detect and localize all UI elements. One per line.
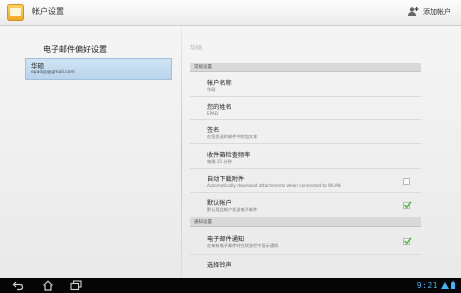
setting-title: 电子邮件通知 <box>207 236 245 243</box>
setting-email-notifications[interactable]: 电子邮件通知 在每有电子邮件时在状态栏中显示通知 <box>190 228 421 255</box>
page-title: 帐户设置 <box>32 7 64 16</box>
setting-subtitle: 默认用此帐户发送电子邮件 <box>207 207 258 212</box>
home-icon <box>43 280 53 291</box>
setting-title: 收件箱检查频率 <box>207 152 251 159</box>
account-list-item[interactable]: 华硕 epad@@gmail.com <box>25 58 172 80</box>
setting-title: 帐户名称 <box>207 80 232 87</box>
setting-your-name[interactable]: 您的姓名 EPAD <box>190 97 421 120</box>
account-settings-pane: 华硕 常规设置 帐户名称 华硕 您的姓名 EPAD 签名 在您发送的邮件中附加文… <box>182 26 461 278</box>
setting-subtitle: EPAD <box>207 111 218 116</box>
recent-apps-icon <box>70 280 82 291</box>
setting-title: 选择铃声 <box>207 262 232 269</box>
account-settings-header: 华硕 <box>190 45 203 52</box>
system-navigation-bar: 9:21 <box>0 278 461 293</box>
account-name: 华硕 <box>31 62 44 70</box>
status-indicators[interactable] <box>440 281 456 290</box>
back-icon <box>12 281 24 291</box>
notification-settings-header: 通知设置 <box>190 218 421 227</box>
setting-subtitle: 在您发送的邮件中附加文本 <box>207 134 258 139</box>
setting-title: 默认帐户 <box>207 200 232 207</box>
setting-subtitle: Automatically download attachments when … <box>207 183 341 188</box>
add-account-button[interactable]: 添加帐户 <box>407 4 451 20</box>
status-clock: 9:21 <box>416 281 438 290</box>
back-button[interactable] <box>12 280 24 291</box>
email-preferences-heading[interactable]: 电子邮件偏好设置 <box>43 44 107 55</box>
setting-title: 签名 <box>207 127 220 134</box>
email-app-icon[interactable] <box>7 4 24 21</box>
setting-select-ringtone[interactable]: 选择铃声 <box>190 255 421 278</box>
default-account-checkbox[interactable] <box>403 201 412 209</box>
setting-subtitle: 每隔 15 分钟 <box>207 159 232 164</box>
setting-subtitle: 华硕 <box>207 87 216 92</box>
email-notifications-checkbox[interactable] <box>403 237 412 245</box>
setting-signature[interactable]: 签名 在您发送的邮件中附加文本 <box>190 120 421 144</box>
general-settings-header: 常规设置 <box>190 63 421 72</box>
home-button[interactable] <box>42 280 54 291</box>
account-email: epad@@gmail.com <box>31 70 75 75</box>
preferences-pane: 电子邮件偏好设置 华硕 epad@@gmail.com <box>0 26 181 278</box>
setting-default-account[interactable]: 默认帐户 默认用此帐户发送电子邮件 <box>190 193 421 218</box>
checkmark-icon <box>403 201 412 209</box>
setting-inbox-check-frequency[interactable]: 收件箱检查频率 每隔 15 分钟 <box>190 144 421 169</box>
setting-title: 您的姓名 <box>207 104 232 111</box>
add-account-label: 添加帐户 <box>423 8 451 16</box>
recent-apps-button[interactable] <box>70 280 82 291</box>
setting-account-name[interactable]: 帐户名称 华硕 <box>190 73 421 97</box>
setting-title: 自动下载附件 <box>207 176 245 183</box>
setting-auto-download-attachments[interactable]: 自动下载附件 Automatically download attachment… <box>190 169 421 193</box>
setting-subtitle: 在每有电子邮件时在状态栏中显示通知 <box>207 243 279 248</box>
action-bar: 帐户设置 添加帐户 <box>0 0 461 26</box>
wifi-battery-icon <box>441 281 455 289</box>
checkmark-icon <box>403 237 412 245</box>
add-account-icon <box>408 7 419 16</box>
auto-download-checkbox[interactable] <box>403 178 410 185</box>
